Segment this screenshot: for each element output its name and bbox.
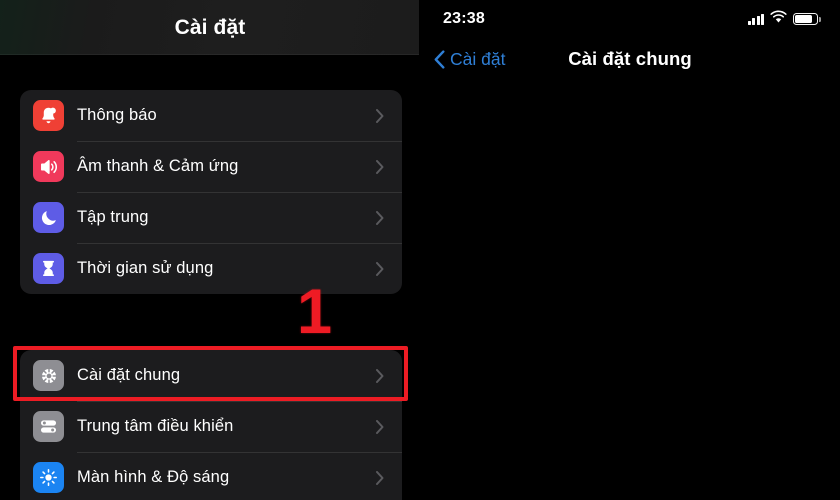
settings-gear-icon bbox=[33, 360, 64, 391]
page-title: Cài đặt bbox=[174, 15, 246, 39]
back-button[interactable]: Cài đặt bbox=[434, 49, 505, 70]
status-bar: 23:38 bbox=[420, 0, 840, 36]
back-button-label: Cài đặt bbox=[450, 48, 506, 69]
navigation-bar: Cài đặt Cài đặt chung bbox=[420, 36, 840, 82]
settings-group-system: Cài đặt chung Trung tâm điều khiển Màn h… bbox=[20, 350, 402, 500]
screen-separator bbox=[419, 0, 421, 500]
settings-row-label: Màn hình & Độ sáng bbox=[77, 468, 230, 486]
settings-row-display-brightness[interactable]: Màn hình & Độ sáng bbox=[20, 452, 402, 500]
settings-screen-left: Cài đặt Thông báo Âm thanh & Cảm ứng Tập… bbox=[0, 0, 420, 500]
chevron-right-icon bbox=[376, 159, 388, 174]
notifications-bell-icon bbox=[33, 100, 64, 131]
settings-row-label: Tập trung bbox=[77, 208, 149, 226]
chevron-right-icon bbox=[376, 470, 388, 485]
chevron-left-icon bbox=[434, 49, 445, 69]
status-bar-time: 23:38 bbox=[443, 10, 485, 27]
battery-icon bbox=[793, 13, 821, 25]
chevron-right-icon bbox=[376, 419, 388, 434]
settings-row-label: Trung tâm điều khiển bbox=[77, 417, 234, 435]
settings-row-label: Thời gian sử dụng bbox=[77, 259, 214, 277]
settings-row-label: Thông báo bbox=[77, 106, 157, 124]
settings-row-label: Âm thanh & Cảm ứng bbox=[77, 157, 239, 175]
chevron-right-icon bbox=[376, 261, 388, 276]
settings-row-sounds-haptics[interactable]: Âm thanh & Cảm ứng bbox=[20, 141, 402, 192]
settings-row-notifications[interactable]: Thông báo bbox=[20, 90, 402, 141]
focus-moon-icon bbox=[33, 202, 64, 233]
screen-time-hourglass-icon bbox=[33, 253, 64, 284]
status-bar-indicators bbox=[747, 10, 821, 28]
settings-row-general[interactable]: Cài đặt chung bbox=[20, 350, 402, 401]
left-screen-header: Cài đặt bbox=[0, 0, 420, 55]
settings-row-label: Cài đặt chung bbox=[77, 366, 181, 384]
tutorial-screenshot-pair: Cài đặt Thông báo Âm thanh & Cảm ứng Tập… bbox=[0, 0, 840, 500]
cellular-signal-icon bbox=[747, 13, 764, 25]
settings-row-focus[interactable]: Tập trung bbox=[20, 192, 402, 243]
settings-row-control-center[interactable]: Trung tâm điều khiển bbox=[20, 401, 402, 452]
general-settings-screen-right: 23:38 Cài đặt Cài đặt chung Giới thiệu bbox=[420, 0, 840, 500]
wifi-icon bbox=[770, 10, 787, 28]
settings-group-primary: Thông báo Âm thanh & Cảm ứng Tập trung T… bbox=[20, 90, 402, 294]
chevron-right-icon bbox=[376, 210, 388, 225]
settings-row-screen-time[interactable]: Thời gian sử dụng bbox=[20, 243, 402, 294]
chevron-right-icon bbox=[376, 368, 388, 383]
display-brightness-sun-icon bbox=[33, 462, 64, 493]
chevron-right-icon bbox=[376, 108, 388, 123]
control-center-toggles-icon bbox=[33, 411, 64, 442]
sound-speaker-icon bbox=[33, 151, 64, 182]
